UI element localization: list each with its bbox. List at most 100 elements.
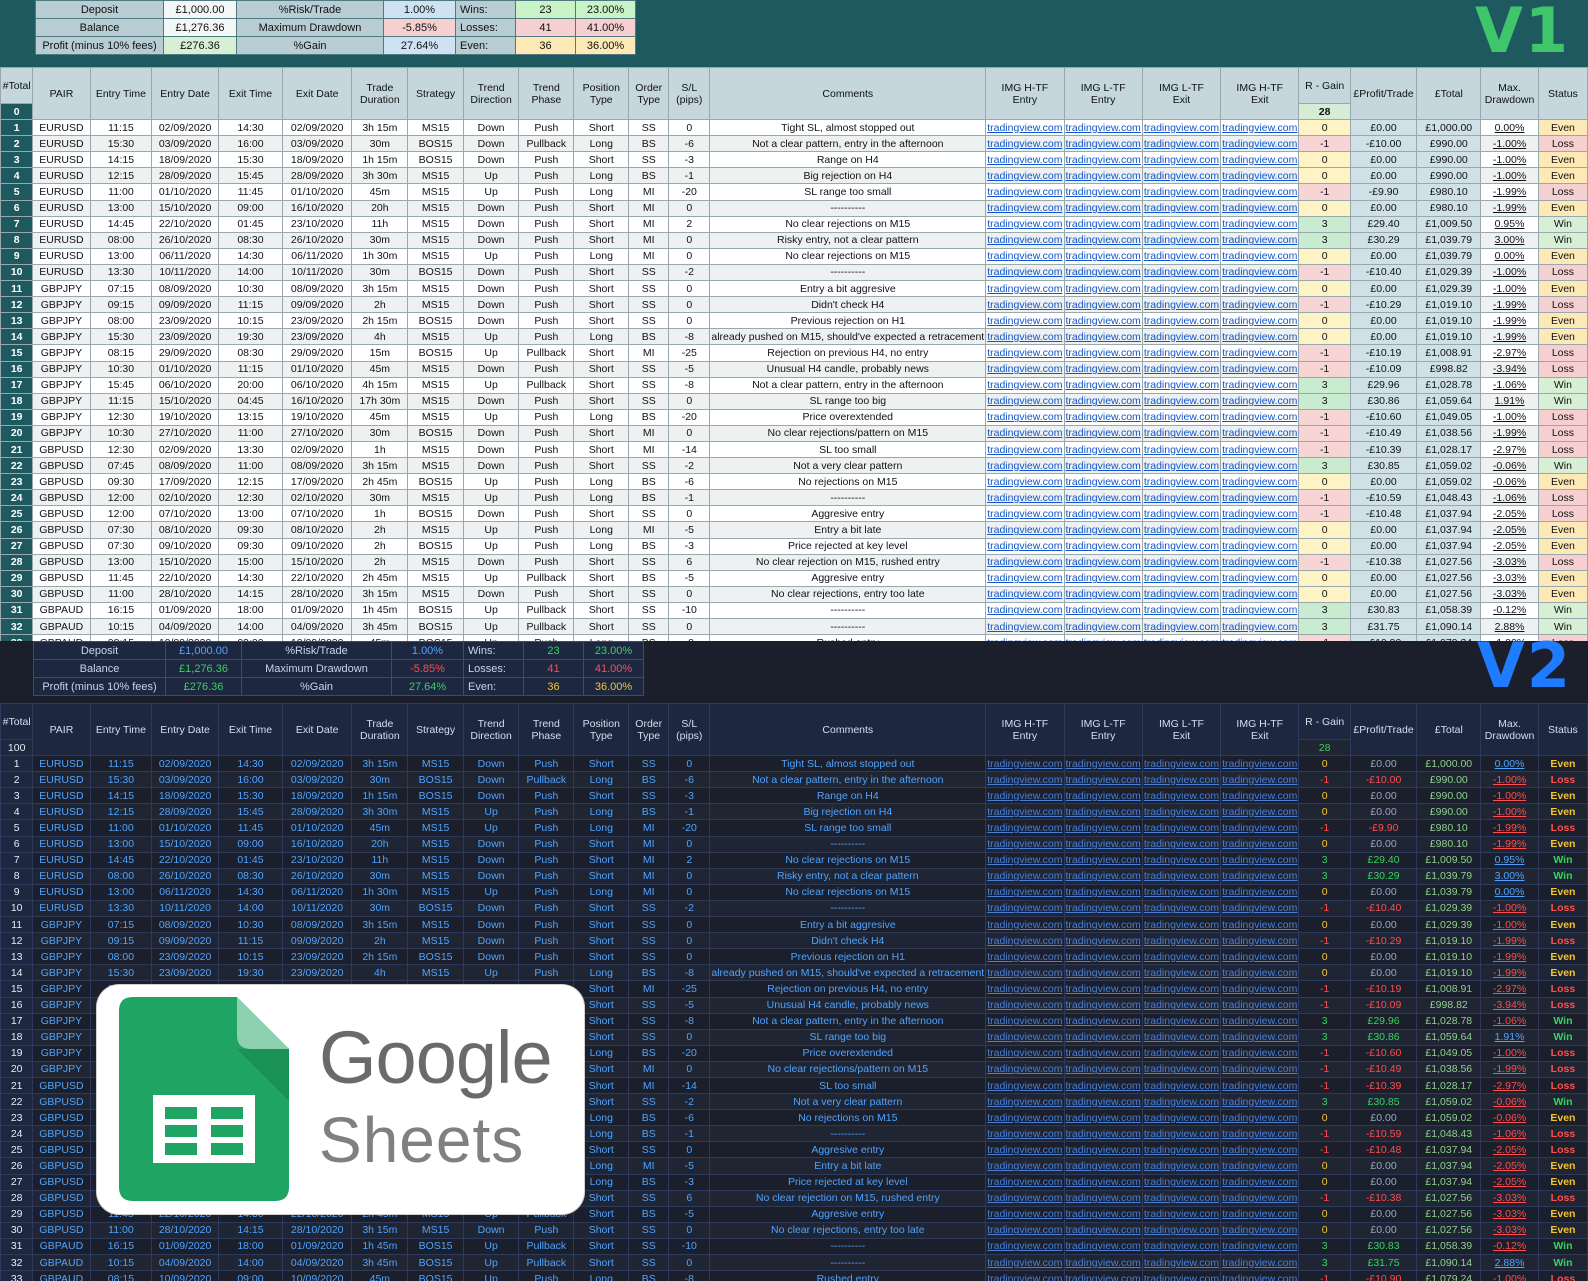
profit-per-trade-cell[interactable]: -£10.38 [1349,553,1418,571]
chart-image-link[interactable]: tradingview.com [1220,1270,1300,1281]
profit-per-trade-cell[interactable]: £29.40 [1349,215,1418,233]
entry-time-cell[interactable]: 15:30 [89,964,153,982]
trend-direction-cell[interactable]: Up [462,601,520,620]
exit-time-cell[interactable]: 11:45 [217,819,284,837]
chart-image-link[interactable]: tradingview.com [1063,215,1143,233]
exit-date-cell[interactable]: 26/10/2020 [282,231,353,249]
entry-time-cell[interactable]: 14:15 [89,151,153,169]
status-badge[interactable]: Even [1537,1221,1588,1239]
stop-loss-cell[interactable]: 0 [668,247,711,265]
r-gain-cell[interactable]: 0 [1298,835,1351,853]
r-gain-cell[interactable]: 0 [1298,537,1351,555]
wins-count[interactable]: 23 [523,641,584,660]
strategy-cell[interactable]: MS15 [407,964,464,982]
strategy-cell[interactable]: MS15 [407,215,464,233]
r-gain-cell[interactable]: 0 [1298,1157,1351,1175]
trade-number[interactable]: 29 [0,1205,34,1223]
r-gain-cell[interactable]: -1 [1298,819,1351,837]
r-gain-cell[interactable]: -1 [1298,932,1351,950]
chart-image-link[interactable]: tradingview.com [1220,505,1300,523]
trend-direction-cell[interactable]: Down [462,424,520,442]
order-type-cell[interactable]: MI [628,835,670,853]
chart-image-link[interactable]: tradingview.com [1063,1253,1143,1272]
pair-cell[interactable]: GBPJPY [32,964,91,982]
trade-number[interactable]: 19 [0,408,34,426]
order-type-cell[interactable]: MI [628,1157,670,1175]
chart-image-link[interactable]: tradingview.com [985,899,1065,918]
profit-per-trade-cell[interactable]: £0.00 [1349,247,1418,265]
comment-cell[interactable]: No clear rejections on M15 [709,851,987,869]
trade-number[interactable]: 23 [0,1109,34,1127]
trend-phase-cell[interactable]: Push [518,183,575,201]
trend-direction-cell[interactable]: Down [462,360,520,378]
strategy-cell[interactable]: BOS15 [407,1270,464,1281]
duration-cell[interactable]: 45m [351,360,409,378]
chart-image-link[interactable]: tradingview.com [1220,280,1300,298]
trend-phase-cell[interactable]: Push [518,899,575,918]
exit-date-cell[interactable]: 06/10/2020 [282,376,353,394]
drawdown-cell[interactable]: -1.99% [1480,424,1539,442]
chart-image-link[interactable]: tradingview.com [1220,1189,1300,1207]
running-total-cell[interactable]: £1,009.50 [1416,851,1482,869]
drawdown-cell[interactable]: -1.06% [1480,489,1539,507]
pair-cell[interactable]: EURUSD [32,135,91,153]
chart-image-link[interactable]: tradingview.com [985,803,1065,821]
chart-image-link[interactable]: tradingview.com [1220,183,1300,201]
duration-cell[interactable]: 3h 15m [351,1221,409,1239]
entry-date-cell[interactable]: 28/10/2020 [151,585,219,603]
drawdown-cell[interactable]: -1.06% [1480,1125,1539,1143]
even-count[interactable]: 36 [523,677,584,696]
chart-image-link[interactable]: tradingview.com [1220,1093,1300,1111]
trend-phase-cell[interactable]: Push [518,867,575,885]
comment-cell[interactable]: Didn't check H4 [709,296,987,314]
trend-phase-cell[interactable]: Push [518,280,575,298]
trend-direction-cell[interactable]: Up [462,1237,520,1256]
running-total-cell[interactable]: £1,039.79 [1416,883,1482,901]
trade-number[interactable]: 33 [0,1270,34,1281]
chart-image-link[interactable]: tradingview.com [1063,457,1143,475]
chart-image-link[interactable]: tradingview.com [1141,1189,1222,1207]
duration-cell[interactable]: 1h 30m [351,883,409,901]
order-type-cell[interactable]: MI [628,521,670,539]
trend-phase-cell[interactable]: Push [518,803,575,821]
chart-image-link[interactable]: tradingview.com [1141,215,1222,233]
chart-image-link[interactable]: tradingview.com [985,1044,1065,1062]
stop-loss-cell[interactable]: -2 [668,457,711,475]
running-total-cell[interactable]: £990.00 [1416,771,1482,789]
status-badge[interactable]: Even [1537,312,1588,330]
chart-image-link[interactable]: tradingview.com [985,771,1065,789]
position-type-cell[interactable]: Long [573,408,630,426]
chart-image-link[interactable]: tradingview.com [985,521,1065,539]
exit-time-cell[interactable]: 16:00 [217,771,284,789]
wins-percent[interactable]: 23.00% [583,641,644,660]
entry-time-cell[interactable]: 08:15 [89,1270,153,1281]
chart-image-link[interactable]: tradingview.com [1063,119,1143,137]
exit-date-cell[interactable]: 16/10/2020 [282,392,353,410]
trend-direction-cell[interactable]: Up [462,569,520,587]
chart-image-link[interactable]: tradingview.com [1063,521,1143,539]
pair-cell[interactable]: GBPUSD [32,1109,91,1127]
chart-image-link[interactable]: tradingview.com [1220,867,1300,885]
entry-date-cell[interactable]: 10/09/2020 [151,1270,219,1281]
drawdown-cell[interactable]: -2.97% [1480,980,1539,998]
trade-number[interactable]: 8 [0,231,34,249]
exit-time-cell[interactable]: 15:30 [217,151,284,169]
comment-cell[interactable]: Aggresive entry [709,1141,987,1159]
duration-cell[interactable]: 4h [351,964,409,982]
img-ltf-entry-header[interactable]: IMG L-TF Entry [1063,702,1143,757]
pair-cell[interactable]: GBPUSD [32,457,91,475]
strategy-cell[interactable]: BOS15 [407,151,464,169]
trend-phase-cell[interactable]: Push [518,312,575,330]
r-gain-cell[interactable]: 0 [1298,521,1351,539]
chart-image-link[interactable]: tradingview.com [985,916,1065,934]
trade-number[interactable]: 13 [0,312,34,330]
r-gain-cell[interactable]: -1 [1298,1076,1351,1095]
stop-loss-cell[interactable]: 0 [668,1060,711,1078]
stop-loss-cell[interactable]: -1 [668,1125,711,1143]
exit-date-cell[interactable]: 15/10/2020 [282,553,353,571]
comment-cell[interactable]: Not a clear pattern, entry in the aftern… [709,135,987,153]
comment-cell[interactable]: Not a very clear pattern [709,457,987,475]
drawdown-cell[interactable]: 3.00% [1480,867,1539,885]
stop-loss-cell[interactable]: 0 [668,312,711,330]
strategy-cell[interactable]: BOS15 [407,1253,464,1272]
